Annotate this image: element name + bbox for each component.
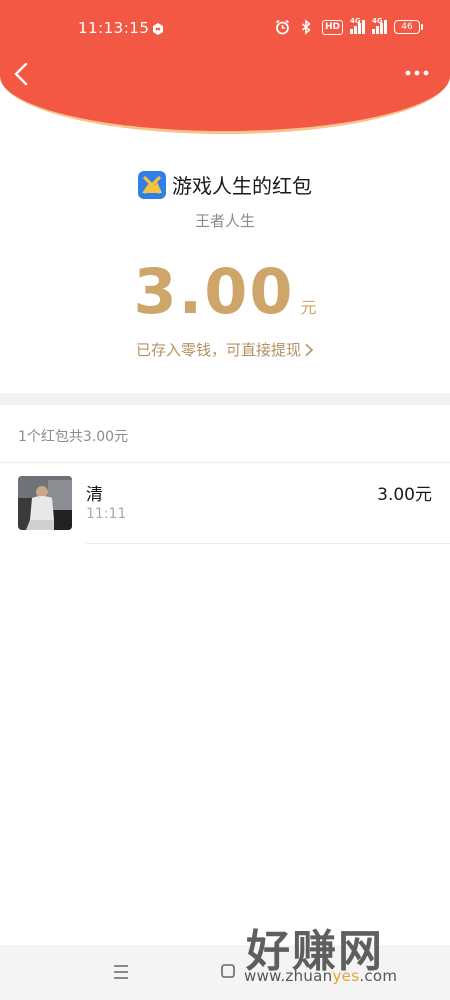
watermark: 好赚网 www.zhuanyes.com [240,915,445,990]
game-app-logo-icon [138,170,166,199]
bluetooth-icon [301,19,311,35]
avatar[interactable] [18,476,72,530]
menu-icon[interactable] [112,963,130,981]
receipt-list-item[interactable]: 清 11:11 3.00元 [0,463,450,543]
signal-strength-icon: 4G [350,17,365,34]
receipt-summary: 1个红包共3.00元 [18,429,129,445]
more-options-button[interactable] [404,62,430,84]
packet-amount: 3.00 [133,255,295,328]
watermark-url-prefix: www.zhuan [244,967,333,985]
hd-voice-badge: HD [321,19,343,35]
signal-strength-icon-2: 4G [372,17,387,34]
watermark-url-suffix: .com [359,967,398,985]
watermark-url: www.zhuanyes.com [244,967,397,985]
status-indicators: HD 4G 4G 46 [274,17,423,35]
status-time: 11:13:15 [78,19,150,37]
network-type-label-2: 4G [372,17,383,25]
network-type-label: 4G [350,17,361,25]
notification-app-icon [153,23,163,35]
receive-amount: 3.00元 [377,485,432,505]
section-divider [0,393,450,405]
chevron-right-icon [305,343,314,356]
currency-unit: 元 [300,298,317,317]
avatar-photo [18,476,72,530]
sender-subtitle: 王者人生 [194,212,255,230]
alarm-icon [275,19,289,35]
packet-title-row: 游戏人生的红包 [0,170,450,199]
packet-title: 游戏人生的红包 [172,174,312,198]
watermark-url-accent: yes [332,967,360,985]
amount-display: 3.00 元 [0,255,450,328]
battery-icon: 46 [394,20,423,34]
back-button[interactable] [10,60,34,88]
home-square-icon[interactable] [221,964,235,978]
receive-time: 11:11 [86,506,127,522]
saved-note-text: 已存入零钱，可直接提现 [135,341,301,359]
receiver-name: 清 [86,485,103,505]
divider [86,543,450,544]
status-bar: 11:13:15 HD 4G 4G 46 [0,0,450,58]
withdraw-link[interactable]: 已存入零钱，可直接提现 [0,339,450,360]
